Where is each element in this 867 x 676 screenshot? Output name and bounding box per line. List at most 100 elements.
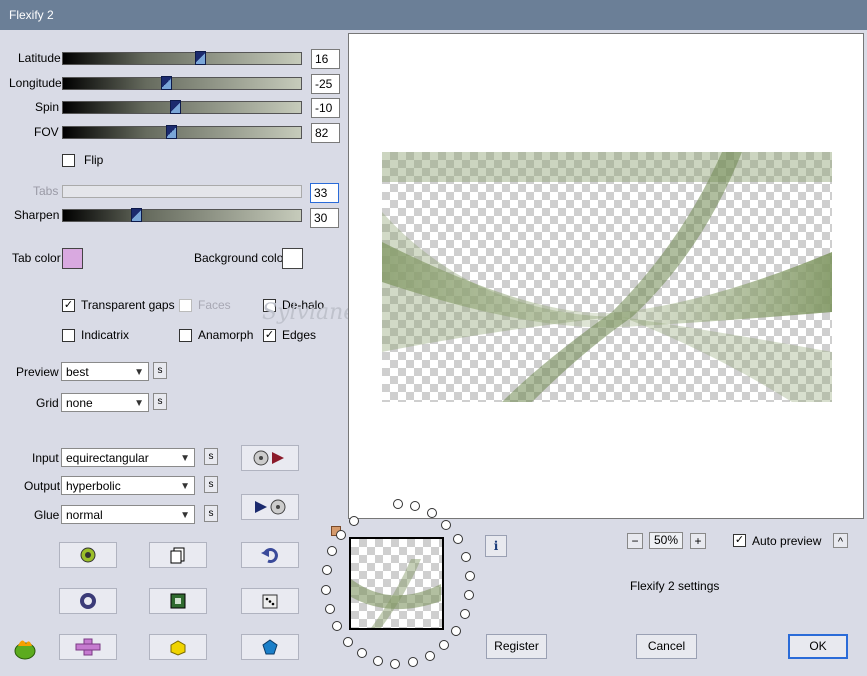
- glue-s-button[interactable]: s: [204, 505, 218, 522]
- navigator-ring-dot[interactable]: [321, 585, 331, 595]
- anamorph-label: Anamorph: [198, 328, 254, 342]
- navigator-ring-dot[interactable]: [425, 651, 435, 661]
- preview-s-button[interactable]: s: [153, 362, 167, 379]
- flip-label: Flip: [84, 153, 104, 167]
- bug-icon: [80, 547, 96, 563]
- sharpen-value-input[interactable]: 30: [310, 208, 339, 228]
- watermark-signature: Sylviane: [262, 300, 357, 325]
- edges-checkbox[interactable]: ✓: [263, 329, 276, 342]
- brick-icon: [170, 640, 186, 656]
- grid-s-button[interactable]: s: [153, 393, 167, 410]
- navigator-ring-dot[interactable]: [427, 508, 437, 518]
- copy-to-input-button[interactable]: [241, 494, 299, 520]
- navigator-ring-dot[interactable]: [327, 546, 337, 556]
- navigator-ring-dot[interactable]: [460, 609, 470, 619]
- sharpen-slider[interactable]: [62, 208, 302, 222]
- zoom-in-button[interactable]: +: [690, 533, 706, 549]
- longitude-slider-thumb[interactable]: [161, 76, 172, 90]
- glue-select[interactable]: normal ▼: [61, 505, 195, 524]
- cross-tool-button[interactable]: [59, 634, 117, 660]
- navigator-ring-dot[interactable]: [357, 648, 367, 658]
- randomize-button[interactable]: [59, 542, 117, 568]
- chip-tool-button[interactable]: [149, 588, 207, 614]
- register-button[interactable]: Register: [486, 634, 547, 659]
- sharpen-slider-thumb[interactable]: [131, 208, 142, 222]
- info-button[interactable]: i: [485, 535, 507, 557]
- navigator-ring-dot[interactable]: [451, 626, 461, 636]
- navigator-ring-dot[interactable]: [464, 590, 474, 600]
- navigator-thumbnail-render: [351, 559, 441, 628]
- navigator-ring-dot[interactable]: [390, 659, 400, 669]
- play-disc-icon: [255, 499, 286, 515]
- flip-checkbox[interactable]: [62, 154, 75, 167]
- cancel-button[interactable]: Cancel: [636, 634, 697, 659]
- tabs-value-input[interactable]: 33: [310, 183, 339, 203]
- fov-slider[interactable]: [62, 125, 302, 139]
- tabs-label: Tabs: [33, 184, 59, 198]
- ring-tool-button[interactable]: [59, 588, 117, 614]
- input-projection-select[interactable]: equirectangular ▼: [61, 448, 195, 467]
- random-dice-button[interactable]: [241, 588, 299, 614]
- navigator-ring-dot[interactable]: [461, 552, 471, 562]
- preview-select-label: Preview: [16, 365, 59, 379]
- navigator-ring-dot[interactable]: [332, 621, 342, 631]
- spin-slider-thumb[interactable]: [170, 100, 181, 114]
- undo-button[interactable]: [241, 542, 299, 568]
- navigator-ring-dot[interactable]: [343, 637, 353, 647]
- fov-value-input[interactable]: 82: [311, 123, 340, 143]
- pear-logo-icon: [14, 640, 36, 660]
- input-s-button[interactable]: s: [204, 448, 218, 465]
- indicatrix-checkbox[interactable]: [62, 329, 75, 342]
- undo-icon: [261, 548, 278, 563]
- cross-icon: [75, 638, 101, 656]
- zoom-out-button[interactable]: −: [627, 533, 643, 549]
- indicatrix-label: Indicatrix: [81, 328, 130, 342]
- navigator-ring-dot[interactable]: [373, 656, 383, 666]
- transparent-gaps-label: Transparent gaps: [81, 298, 175, 312]
- latitude-slider[interactable]: [62, 51, 302, 65]
- ok-button[interactable]: OK: [788, 634, 848, 659]
- navigator-ring-dot[interactable]: [349, 516, 359, 526]
- gem-tool-button[interactable]: [241, 634, 299, 660]
- longitude-value-input[interactable]: -25: [311, 74, 340, 94]
- navigator-ring-dot[interactable]: [439, 640, 449, 650]
- preview-quality-value: best: [66, 365, 89, 379]
- glue-value: normal: [66, 508, 103, 522]
- navigator-ring-dot[interactable]: [325, 604, 335, 614]
- navigator-ring-dot[interactable]: [441, 520, 451, 530]
- background-color-label: Background color: [194, 251, 288, 265]
- auto-preview-checkbox[interactable]: ✓: [733, 534, 746, 547]
- copy-to-output-button[interactable]: [241, 445, 299, 471]
- transparent-gaps-checkbox[interactable]: ✓: [62, 299, 75, 312]
- preview-canvas[interactable]: [348, 33, 864, 519]
- navigator-ring-dot[interactable]: [453, 534, 463, 544]
- preview-image: [382, 152, 832, 402]
- navigator-ring-dot[interactable]: [465, 571, 475, 581]
- anamorph-checkbox[interactable]: [179, 329, 192, 342]
- spin-slider[interactable]: [62, 100, 302, 114]
- background-color-swatch[interactable]: [282, 248, 303, 269]
- latitude-slider-thumb[interactable]: [195, 51, 206, 65]
- tabs-slider: [62, 185, 302, 198]
- output-projection-select[interactable]: hyperbolic ▼: [61, 476, 195, 495]
- longitude-slider[interactable]: [62, 76, 302, 90]
- output-projection-value: hyperbolic: [66, 479, 121, 493]
- latitude-value-input[interactable]: 16: [311, 49, 340, 69]
- preview-quality-select[interactable]: best ▼: [61, 362, 149, 381]
- copy-button[interactable]: [149, 542, 207, 568]
- collapse-button[interactable]: ^: [833, 533, 848, 548]
- navigator-ring-dot[interactable]: [410, 501, 420, 511]
- fov-slider-thumb[interactable]: [166, 125, 177, 139]
- grid-select[interactable]: none ▼: [61, 393, 149, 412]
- navigator-ring-dot[interactable]: [336, 530, 346, 540]
- spin-value-input[interactable]: -10: [311, 98, 340, 118]
- output-s-button[interactable]: s: [204, 476, 218, 493]
- tab-color-swatch[interactable]: [62, 248, 83, 269]
- sharpen-label: Sharpen: [14, 208, 60, 222]
- navigator-thumbnail[interactable]: [349, 537, 444, 630]
- brick-tool-button[interactable]: [149, 634, 207, 660]
- navigator-ring-dot[interactable]: [322, 565, 332, 575]
- navigator-ring-dot[interactable]: [408, 657, 418, 667]
- grid-select-label: Grid: [36, 396, 59, 410]
- navigator-ring-dot[interactable]: [393, 499, 403, 509]
